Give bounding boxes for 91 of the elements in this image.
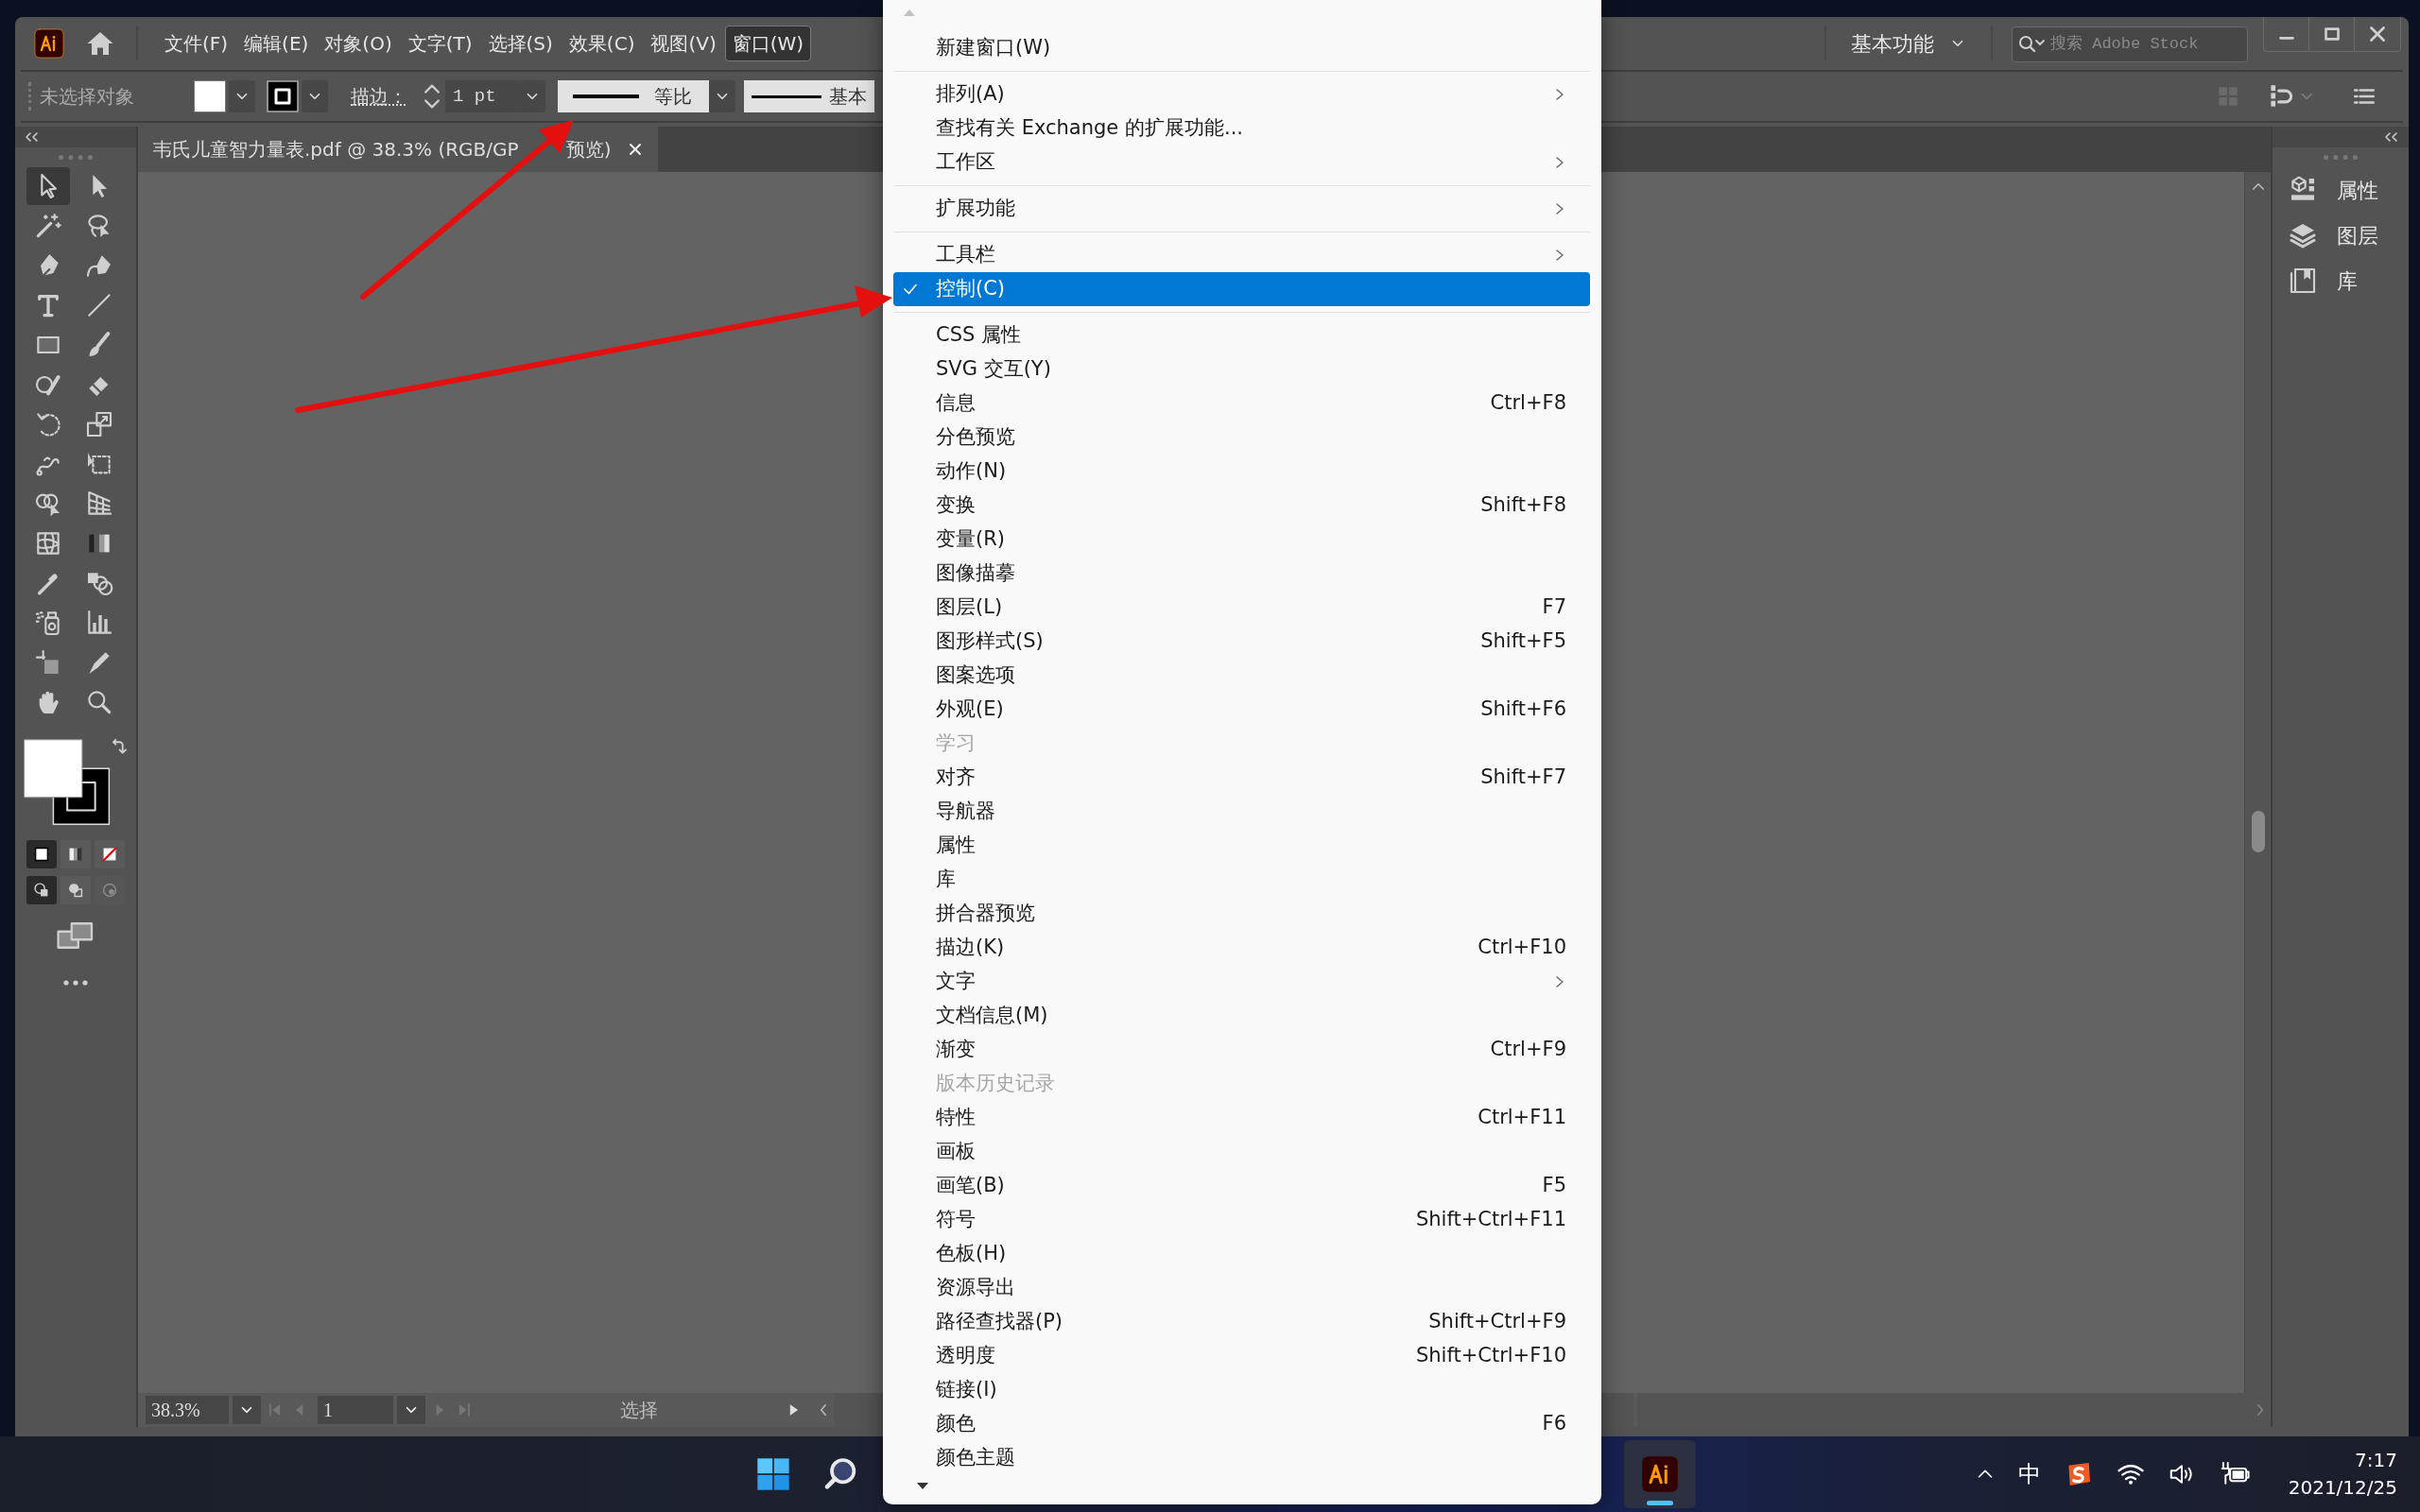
menu-item[interactable]: 动作(N) — [893, 455, 1590, 489]
menu-item[interactable]: 链接(I) — [893, 1373, 1590, 1407]
menu-item[interactable]: 拼合器预览 — [893, 897, 1590, 931]
workspace-switcher[interactable]: 基本功能 — [1845, 26, 1972, 60]
menu-item[interactable]: 文字 — [893, 965, 1590, 999]
color-mode-icon[interactable] — [26, 840, 57, 868]
menu-item[interactable]: 特性 Ctrl+F11 — [893, 1101, 1590, 1135]
current-tool-menu[interactable]: 选择 — [497, 1395, 781, 1425]
app-logo-icon — [1641, 1455, 1679, 1493]
fill-dropdown[interactable] — [229, 80, 255, 112]
zoom-dropdown[interactable] — [233, 1396, 261, 1424]
clock-date[interactable]: 2021/12/25 — [2288, 1474, 2397, 1502]
arrow-cursor-icon[interactable] — [26, 167, 70, 205]
stroke-weight-field[interactable]: 1 pt — [445, 80, 519, 112]
menu-item[interactable]: SVG 交互(Y) — [893, 352, 1590, 387]
menu-bar-item[interactable]: 视图(V) — [643, 26, 724, 61]
menu-item[interactable]: 路径查找器(P) Shift+Ctrl+F9 — [893, 1305, 1590, 1339]
menu-item[interactable]: 查找有关 Exchange 的扩展功能... — [893, 112, 1590, 146]
artboard-dropdown[interactable] — [397, 1396, 425, 1424]
menu-item[interactable]: 扩展功能 — [893, 192, 1590, 226]
app-logo-icon — [34, 28, 64, 59]
menu-item[interactable]: 导航器 — [893, 795, 1590, 829]
input-method-indicator[interactable]: 中 — [2017, 1457, 2041, 1491]
menu-item[interactable]: 外观(E) Shift+F6 — [893, 693, 1590, 727]
menu-bar-item[interactable]: 窗口(W) — [724, 26, 812, 61]
horizontal-scrollbar[interactable] — [1637, 1393, 2271, 1427]
stroke-dropdown[interactable] — [302, 80, 328, 112]
scroll-thumb[interactable] — [2251, 811, 2265, 852]
windows-logo-icon — [754, 1455, 792, 1493]
menu-item[interactable]: 排列(A) — [893, 77, 1590, 112]
menu-item[interactable]: 变换 Shift+F8 — [893, 489, 1590, 523]
menu-item[interactable]: 分色预览 — [893, 421, 1590, 455]
menu-item[interactable]: CSS 属性 — [893, 318, 1590, 352]
draw-behind-icon[interactable] — [60, 876, 91, 904]
gradient-mode-icon[interactable] — [60, 840, 91, 868]
library-icon — [2288, 266, 2318, 296]
draw-normal-icon[interactable] — [26, 876, 57, 904]
menu-item[interactable]: 颜色主题 — [893, 1441, 1590, 1475]
menu-item[interactable]: 图案选项 — [893, 659, 1590, 693]
menu-bar-item[interactable]: 编辑(E) — [236, 26, 317, 61]
more-icon[interactable] — [61, 978, 90, 988]
menu-item[interactable]: 文档信息(M) — [893, 999, 1590, 1033]
menu-bar-item[interactable]: 效果(C) — [561, 26, 643, 61]
menu-bar-item[interactable]: 对象(O) — [317, 26, 400, 61]
variable-width-dropdown[interactable]: 等比 — [558, 80, 709, 112]
menu-item[interactable]: 对齐 Shift+F7 — [893, 761, 1590, 795]
panel-tab[interactable]: 库 — [2273, 258, 2409, 303]
menu-item[interactable]: 新建窗口(W) — [893, 31, 1590, 65]
menu-item[interactable]: 资源导出 — [893, 1271, 1590, 1305]
profile-dropdown[interactable] — [709, 80, 735, 112]
menu-item[interactable]: 工作区 — [893, 146, 1590, 180]
menu-item[interactable]: 符号 Shift+Ctrl+F11 — [893, 1203, 1590, 1237]
menu-item[interactable]: 图形样式(S) Shift+F5 — [893, 625, 1590, 659]
menu-bar-item[interactable]: 文字(T) — [400, 26, 480, 61]
stroke-swatch[interactable] — [267, 80, 299, 112]
menu-item[interactable]: 控制(C) — [893, 272, 1590, 306]
illustrator-taskbar-button[interactable] — [1624, 1440, 1696, 1508]
zoom-field[interactable]: 38.3% — [146, 1396, 229, 1424]
stroke-label[interactable]: 描边： — [351, 82, 407, 111]
selection-status: 未选择对象 — [40, 84, 135, 110]
artboard-field[interactable]: 1 — [318, 1396, 393, 1424]
menu-item[interactable]: 图层(L) F7 — [893, 591, 1590, 625]
menu-bar-item[interactable]: 选择(S) — [480, 26, 561, 61]
menu-item[interactable]: 变量(R) — [893, 523, 1590, 557]
menu-item[interactable]: 属性 — [893, 829, 1590, 863]
menu-item[interactable]: 信息 Ctrl+F8 — [893, 387, 1590, 421]
menu-bar-item[interactable]: 文件(F) — [157, 26, 236, 61]
search-icon[interactable] — [2017, 33, 2046, 54]
none-mode-icon[interactable] — [95, 840, 125, 868]
fill-swatch[interactable] — [194, 80, 226, 112]
menu-item[interactable]: 画板 — [893, 1135, 1590, 1169]
menu-item[interactable]: 描边(K) Ctrl+F10 — [893, 931, 1590, 965]
search-field[interactable]: 搜索 Adobe Stock — [2012, 26, 2248, 62]
close-icon[interactable] — [628, 142, 644, 157]
panel-tab[interactable]: 图层 — [2273, 213, 2409, 258]
menu-item: 学习 — [935, 730, 977, 757]
menu-item[interactable]: 渐变 Ctrl+F9 — [893, 1033, 1590, 1067]
clock-time[interactable]: 7:17 — [2288, 1447, 2397, 1474]
brush-dropdown[interactable]: 基本 — [744, 80, 874, 112]
menu-item: 版本历史记录 — [935, 1071, 1056, 1097]
menu-item[interactable]: 透明度 Shift+Ctrl+F10 — [893, 1339, 1590, 1373]
document-tab[interactable]: 韦氏儿童智力量表.pdf @ 38.3% (RGB/GP 预览) — [138, 127, 659, 172]
menu-item[interactable]: 图像描摹 — [893, 557, 1590, 591]
fill-stroke-swatches-drawing[interactable] — [24, 738, 112, 827]
menu-item[interactable]: 库 — [893, 863, 1590, 897]
panel-tab[interactable]: 属性 — [2273, 167, 2409, 213]
menu-item[interactable]: 工具栏 — [893, 238, 1590, 272]
menu-item[interactable]: 颜色 F6 — [893, 1407, 1590, 1441]
menu-item[interactable]: 画笔(B) F5 — [893, 1169, 1590, 1203]
menu-item[interactable]: 色板(H) — [893, 1237, 1590, 1271]
weight-dropdown[interactable] — [519, 80, 545, 112]
